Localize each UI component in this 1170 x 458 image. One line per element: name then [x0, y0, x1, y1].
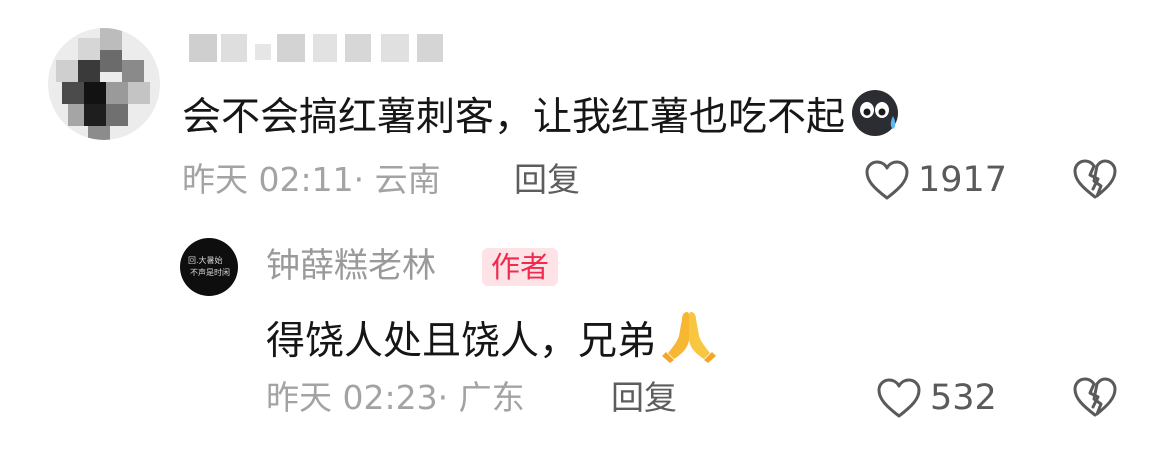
- heart-icon: [865, 160, 909, 200]
- username-blurred[interactable]: [185, 30, 455, 70]
- comment-text-content: 会不会搞红薯刺客，让我红薯也吃不起: [182, 95, 846, 140]
- comment-meta: 昨天 02:11· 云南: [182, 160, 441, 199]
- reply-meta: 昨天 02:23· 广东: [266, 378, 525, 417]
- reply-button[interactable]: 回复: [514, 158, 580, 202]
- dislike-button[interactable]: [1072, 158, 1118, 204]
- reply-like-count: 532: [930, 378, 997, 418]
- broken-heart-icon: [1073, 159, 1117, 199]
- sweat-face-emoji-icon: [852, 90, 899, 136]
- avatar[interactable]: [48, 28, 160, 140]
- like-button[interactable]: 1917: [864, 158, 1007, 202]
- comment-thread: 会不会搞红薯刺客，让我红薯也吃不起 昨天 02:11· 云南 回复 1917 回…: [0, 0, 1170, 458]
- author-avatar[interactable]: 回.大暑始 不声是时闲: [180, 238, 238, 296]
- like-count: 1917: [918, 160, 1008, 200]
- reply-text: 得饶人处且饶人，兄弟: [266, 306, 718, 370]
- reply-dislike-button[interactable]: [1072, 376, 1118, 422]
- author-badge: 作者: [482, 248, 559, 286]
- heart-icon: [877, 378, 921, 418]
- reply-username[interactable]: 钟薛糕老林: [266, 244, 436, 288]
- folded-hands-emoji-icon: [662, 312, 717, 363]
- reply-text-content: 得饶人处且饶人，兄弟: [266, 319, 657, 364]
- reply-reply-button[interactable]: 回复: [611, 376, 677, 420]
- comment-text: 会不会搞红薯刺客，让我红薯也吃不起: [182, 86, 901, 146]
- broken-heart-icon: [1073, 377, 1117, 417]
- reply-like-button[interactable]: 532: [876, 376, 997, 420]
